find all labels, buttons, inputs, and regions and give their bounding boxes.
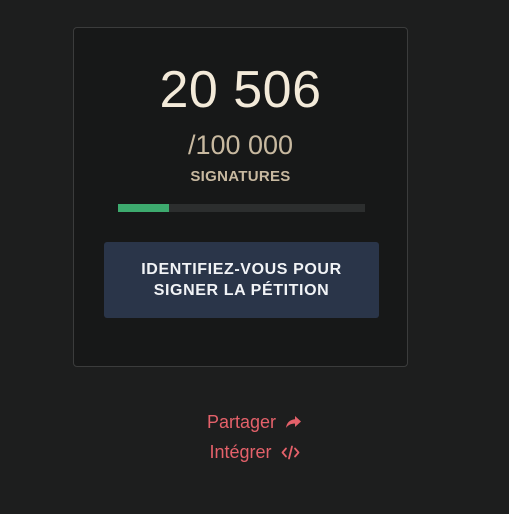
- progress-fill: [118, 204, 169, 212]
- signature-count: 20 506: [159, 61, 322, 119]
- share-arrow-icon: [285, 415, 302, 429]
- page: 20 506 /100 000 SIGNATURES IDENTIFIEZ-VO…: [0, 0, 509, 514]
- sign-button-line1: IDENTIFIEZ-VOUS POUR: [141, 261, 342, 278]
- embed-link[interactable]: Intégrer: [0, 441, 509, 463]
- share-link[interactable]: Partager: [0, 411, 509, 433]
- progress-bar: [118, 204, 365, 212]
- petition-card: 20 506 /100 000 SIGNATURES IDENTIFIEZ-VO…: [73, 27, 408, 367]
- sign-button-line2: SIGNER LA PÉTITION: [153, 282, 330, 299]
- sign-petition-button[interactable]: IDENTIFIEZ-VOUS POUR SIGNER LA PÉTITION: [104, 242, 379, 318]
- embed-label: Intégrer: [209, 442, 272, 462]
- signature-goal: /100 000: [187, 130, 294, 160]
- signatures-label: SIGNATURES: [190, 168, 291, 185]
- code-icon: [281, 445, 300, 460]
- share-label: Partager: [206, 412, 277, 432]
